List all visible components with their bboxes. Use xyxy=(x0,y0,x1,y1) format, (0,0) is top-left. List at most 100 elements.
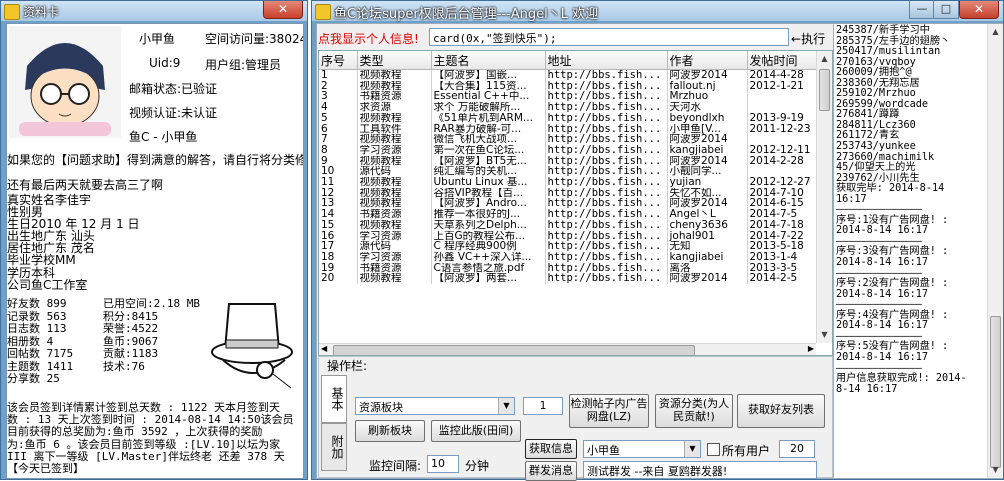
col-header-date[interactable]: 发帖时间 xyxy=(747,51,817,70)
interval-label: 监控间隔: xyxy=(369,459,422,473)
cell-url: http://bbs.fish... xyxy=(545,251,668,263)
show-info-link[interactable]: 点我显示个人信息! xyxy=(318,30,419,47)
minimize-icon[interactable]: — xyxy=(909,1,935,19)
table-row[interactable]: 10 源代码 纯汇编写的关机... http://bbs.fish... 小靓同学... xyxy=(319,166,817,178)
scroll-up-icon[interactable]: ▲ xyxy=(817,51,832,67)
admin-titlebar[interactable]: 鱼C论坛super权限后台管理---Angel丶L 欢迎 — □ ✕ xyxy=(312,1,1003,22)
scroll-down-icon[interactable]: ▼ xyxy=(988,462,1003,478)
table-row[interactable]: 1 视频教程 【阿波罗】国嵌... http://bbs.fish... 阿波罗2014… xyxy=(319,69,817,81)
log-scrollbar[interactable]: ▲ ▼ xyxy=(987,24,1003,478)
scroll-up-icon[interactable]: ▲ xyxy=(988,24,1003,40)
maximize-icon[interactable]: □ xyxy=(933,1,959,19)
cell-url: http://bbs.fish... xyxy=(545,134,668,145)
profile-details: 真实姓名李佳宇 性别男 生日2010 年 12 月 1 日 出生地广东 汕头 居… xyxy=(7,194,140,291)
cell-url: http://bbs.fish... xyxy=(545,187,668,199)
tab-basic[interactable]: 基本 xyxy=(321,375,347,423)
table-row[interactable]: 4 求资源 求个 万能破解所... http://bbs.fish... 天河水 xyxy=(319,102,817,113)
visit-count: 空间访问量:38024 xyxy=(205,32,304,46)
friends-button[interactable]: 获取好友列表 xyxy=(737,394,825,428)
cell-date xyxy=(747,91,817,103)
all-users-checkbox[interactable] xyxy=(707,443,720,456)
scroll-thumb[interactable] xyxy=(819,69,830,111)
cell-type: 视频教程 xyxy=(357,69,432,81)
table-row[interactable]: 20 视频教程 【阿波罗】两套... http://bbs.fish... 阿波罗201… xyxy=(319,273,817,285)
cell-index: 11 xyxy=(319,177,358,188)
stats-left: 好友数 899 记录数 563 日志数 113 相册数 4 回帖数 7175 主… xyxy=(7,297,73,386)
scroll-thumb[interactable] xyxy=(990,316,1001,468)
table-row[interactable]: 8 学习资源 第一次在鱼C论坛... http://bbs.fish... kangji… xyxy=(319,144,817,156)
execute-button[interactable]: ←执行 xyxy=(791,30,825,47)
table-row[interactable]: 16 学习资源 上百G的教程公布... http://bbs.fish... johal… xyxy=(319,230,817,242)
stat-item: 日志数 113 xyxy=(7,322,67,335)
cell-author: Mrzhuo xyxy=(667,91,748,103)
table-row[interactable]: 7 视频教程 微信飞机大战项... http://bbs.fish... 阿波罗2014 xyxy=(319,134,817,145)
table-row[interactable]: 9 视频教程 【阿波罗】BT5无... http://bbs.fish... 阿波罗20… xyxy=(319,155,817,167)
cell-url: http://bbs.fish... xyxy=(545,112,668,124)
table-row[interactable]: 12 视频教程 谷搭VIP教程【百... http://bbs.fish... 失忆不如… xyxy=(319,187,817,199)
tab-other[interactable]: 附加 xyxy=(321,423,347,471)
profile-line: 毕业学校MM xyxy=(7,253,76,268)
table-row[interactable]: 2 视频教程 【大合集】115资... http://bbs.fish... fallo… xyxy=(319,80,817,92)
mass-message-button[interactable]: 群发消息 xyxy=(525,461,577,481)
log-text: 245387/新手学习中 285375/左手边的翅膀丶 250417/musilin… xyxy=(836,25,986,395)
app-icon xyxy=(315,4,331,20)
classify-label: 资源分类(为人民贡献!) xyxy=(658,397,730,423)
table-row[interactable]: 18 学习资源 孙鑫 VC++深入详... http://bbs.fish... kan… xyxy=(319,251,817,263)
mass-message-input[interactable]: 测试群发 --来自 夏鸥群发器! xyxy=(583,461,817,479)
chevron-down-icon: ▼ xyxy=(498,398,514,414)
post-list-scrollbar[interactable]: ▲ ▼ xyxy=(816,51,832,343)
cell-date: 2011-12-23 xyxy=(747,123,817,135)
tab-basic-label: 基本 xyxy=(330,387,344,411)
user-select[interactable]: 小甲鱼 ▼ xyxy=(583,440,701,458)
table-row[interactable]: 13 视频教程 【阿波罗】Andro... http://bbs.fish... 阿波罗… xyxy=(319,198,817,210)
refresh-button[interactable]: 刷新板块 xyxy=(355,420,425,442)
classify-button[interactable]: 资源分类(为人民贡献!) xyxy=(655,394,733,428)
cell-title: 上百G的教程公布... xyxy=(431,230,546,242)
get-info-label: 获取信息 xyxy=(529,442,573,455)
detect-ad-button[interactable]: 检测帖子内广告网盘(LZ) xyxy=(569,394,649,428)
table-row[interactable]: 14 书籍资源 推荐一本很好的J... http://bbs.fish... Angel… xyxy=(319,209,817,220)
col-header-author[interactable]: 作者 xyxy=(667,51,748,70)
category-select[interactable]: 资源板块 ▼ xyxy=(355,397,515,415)
log-line: 245387/新手学习中 xyxy=(836,25,930,36)
log-line: 用户信息获取完成!: 2014- xyxy=(836,373,967,385)
command-input[interactable]: card(0x,"签到快乐"); xyxy=(429,28,789,46)
col-header-type[interactable]: 类型 xyxy=(357,51,432,70)
get-info-button[interactable]: 获取信息 xyxy=(525,439,577,459)
cell-title: 【阿波罗】BT5无... xyxy=(431,155,546,167)
help-note: 如果您的【问题求助】得到满意的解答，请自行将分类修 xyxy=(7,153,304,167)
all-users-label: 所有用户 xyxy=(722,444,771,458)
cell-index: 10 xyxy=(319,166,358,178)
page-input[interactable]: 1 xyxy=(523,397,563,415)
table-row[interactable]: 6 工具软件 RAR暴力破解-可... http://bbs.fish... 小甲鱼[V… xyxy=(319,123,817,135)
col-header-url[interactable]: 地址 xyxy=(545,51,668,70)
table-row[interactable]: 19 书籍资源 C语言参悟之旅.pdf http://bbs.fish... 离洛 201… xyxy=(319,262,817,274)
cell-type: 视频教程 xyxy=(357,273,432,285)
scroll-right-icon[interactable]: ▶ xyxy=(808,344,814,353)
scroll-left-icon[interactable]: ◀ xyxy=(321,344,327,353)
hscroll-thumb[interactable] xyxy=(333,345,695,355)
cell-index: 15 xyxy=(319,219,358,231)
close-icon[interactable]: ✕ xyxy=(959,1,999,19)
interval-input[interactable]: 10 xyxy=(427,455,459,473)
cell-title: 《51单片机到ARM... xyxy=(431,112,546,124)
cell-title: 【大合集】115资... xyxy=(431,80,546,92)
col-header-title[interactable]: 主题名 xyxy=(431,51,546,70)
count-input[interactable]: 20 xyxy=(779,440,815,458)
profile-card-titlebar[interactable]: 资料卡 ✕ xyxy=(1,1,307,21)
cell-url: http://bbs.fish... xyxy=(545,262,668,274)
close-icon[interactable]: ✕ xyxy=(263,1,303,19)
table-row[interactable]: 17 源代码 C 程序经典900例 http://bbs.fish... 无知 2013-… xyxy=(319,241,817,252)
cell-title: 【阿波罗】Andro... xyxy=(431,198,546,210)
table-header: 序号 类型 主题名 地址 作者 发帖时间 xyxy=(319,51,817,70)
table-row[interactable]: 3 书籍资源 Essential C++中... http://bbs.fish...… xyxy=(319,91,817,103)
col-header-index[interactable]: 序号 xyxy=(319,51,358,70)
table-row[interactable]: 5 视频教程 《51单片机到ARM... http://bbs.fish... beyo… xyxy=(319,112,817,124)
post-list-hscrollbar[interactable]: ◀ ▶ xyxy=(319,343,816,355)
table-row[interactable]: 11 视频教程 Ubuntu Linux 基... http://bbs.fish..… xyxy=(319,177,817,188)
scroll-down-icon[interactable]: ▼ xyxy=(817,327,832,343)
cell-author: fallout.nj xyxy=(667,80,748,92)
monitor-button[interactable]: 监控此版(田间) xyxy=(431,420,521,442)
table-row[interactable]: 15 视频教程 天草系列之Delph... http://bbs.fish... che… xyxy=(319,219,817,231)
cell-title: RAR暴力破解-可... xyxy=(431,123,546,135)
